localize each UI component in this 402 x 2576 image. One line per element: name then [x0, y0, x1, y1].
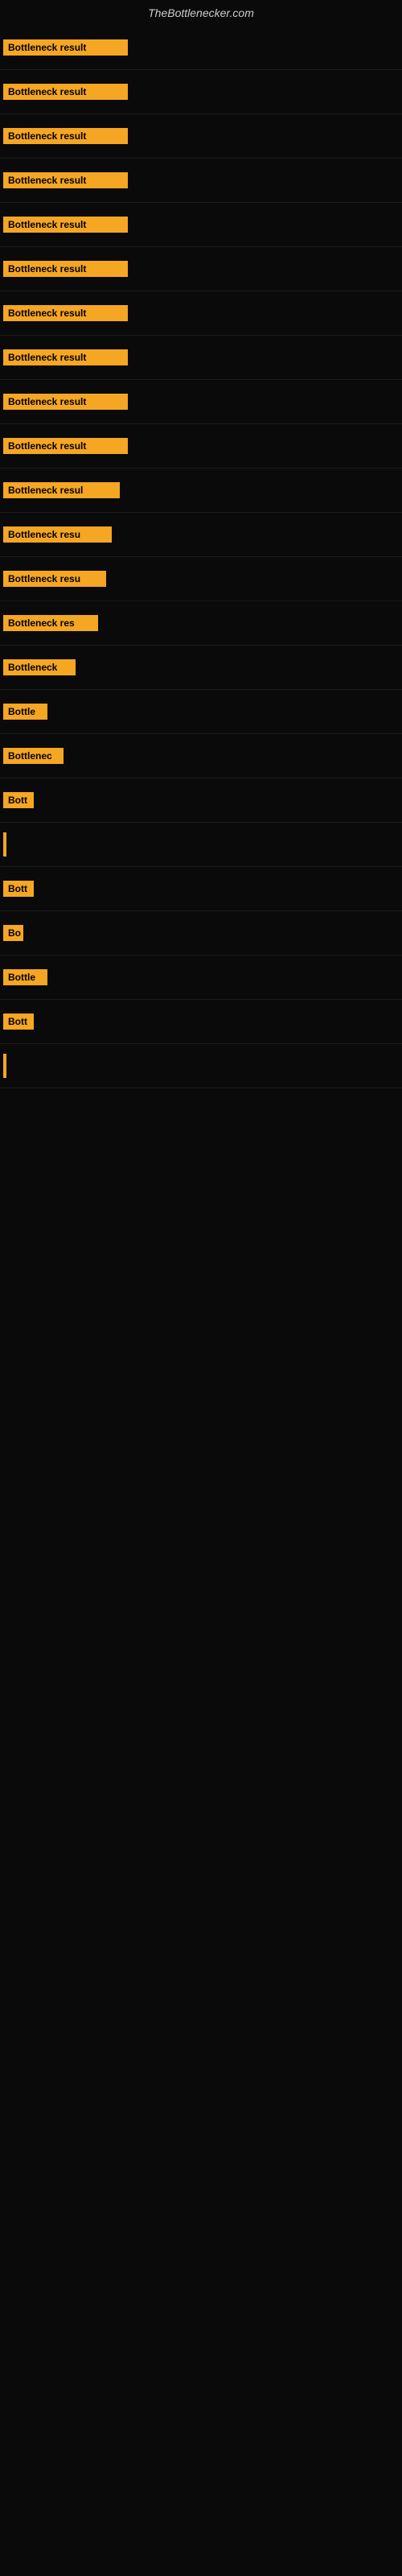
bottleneck-row: Bo [0, 911, 402, 956]
bottleneck-row: Bottleneck result [0, 159, 402, 203]
site-title: TheBottlenecker.com [0, 0, 402, 26]
vertical-bar-indicator [3, 832, 6, 857]
bottleneck-row: Bottleneck result [0, 247, 402, 291]
bottleneck-row: Bott [0, 1000, 402, 1044]
bottleneck-row: Bottleneck result [0, 70, 402, 114]
bottleneck-row: Bottleneck result [0, 424, 402, 469]
bottleneck-badge: Bottleneck resul [3, 482, 120, 498]
bottleneck-badge: Bottleneck result [3, 305, 128, 321]
bottleneck-row: Bottleneck result [0, 380, 402, 424]
bottleneck-badge: Bott [3, 792, 34, 808]
bottleneck-badge: Bottleneck resu [3, 526, 112, 543]
bottleneck-badge: Bott [3, 1013, 34, 1030]
bottleneck-badge: Bottleneck result [3, 128, 128, 144]
bottleneck-badge: Bottle [3, 969, 47, 985]
bottleneck-row: Bottleneck result [0, 114, 402, 159]
bottleneck-row: Bottleneck resu [0, 513, 402, 557]
bottleneck-row: Bottleneck [0, 646, 402, 690]
bottleneck-badge: Bottleneck result [3, 39, 128, 56]
bottleneck-row: Bottleneck res [0, 601, 402, 646]
bottleneck-row: Bottleneck resu [0, 557, 402, 601]
bottleneck-row: Bottleneck result [0, 336, 402, 380]
bottleneck-badge: Bottlenec [3, 748, 64, 764]
bottleneck-badge: Bottleneck [3, 659, 76, 675]
bottleneck-badge: Bott [3, 881, 34, 897]
bottleneck-row: Bottle [0, 690, 402, 734]
bottleneck-badge: Bottleneck res [3, 615, 98, 631]
bottleneck-row: Bottleneck result [0, 26, 402, 70]
bottleneck-row [0, 823, 402, 867]
vertical-bar-indicator [3, 1054, 6, 1078]
bottleneck-row: Bottlenec [0, 734, 402, 778]
bottleneck-row: Bottle [0, 956, 402, 1000]
bottleneck-row: Bottleneck result [0, 203, 402, 247]
bottleneck-row: Bott [0, 778, 402, 823]
bottleneck-badge: Bo [3, 925, 23, 941]
bottleneck-row: Bott [0, 867, 402, 911]
bottleneck-badge: Bottleneck result [3, 261, 128, 277]
bottleneck-row: Bottleneck result [0, 291, 402, 336]
bottleneck-badge: Bottleneck result [3, 394, 128, 410]
bottleneck-row: Bottleneck resul [0, 469, 402, 513]
bottleneck-badge: Bottleneck result [3, 84, 128, 100]
bottleneck-badge: Bottleneck result [3, 217, 128, 233]
bottleneck-row [0, 1044, 402, 1088]
bottleneck-badge: Bottleneck result [3, 438, 128, 454]
bottleneck-badge: Bottleneck result [3, 349, 128, 365]
bottleneck-badge: Bottle [3, 704, 47, 720]
bottleneck-badge: Bottleneck result [3, 172, 128, 188]
bottleneck-badge: Bottleneck resu [3, 571, 106, 587]
